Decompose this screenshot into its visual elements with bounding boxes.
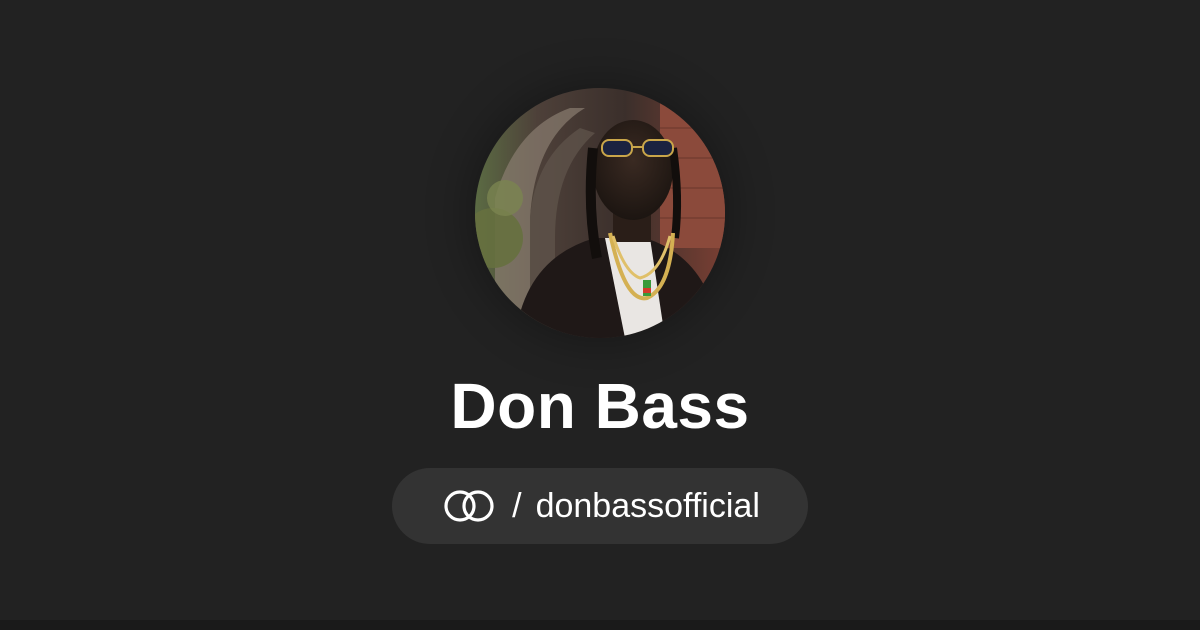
profile-name: Don Bass: [450, 370, 750, 442]
bottom-strip: [0, 620, 1200, 630]
handle-separator: /: [512, 486, 522, 525]
profile-card: Don Bass / donbassofficial: [0, 0, 1200, 630]
profile-photo: [475, 88, 725, 338]
profile-handle: donbassofficial: [535, 486, 760, 525]
linktree-rings-icon: [444, 490, 494, 522]
profile-handle-link[interactable]: / donbassofficial: [392, 468, 808, 544]
avatar: [475, 88, 725, 338]
